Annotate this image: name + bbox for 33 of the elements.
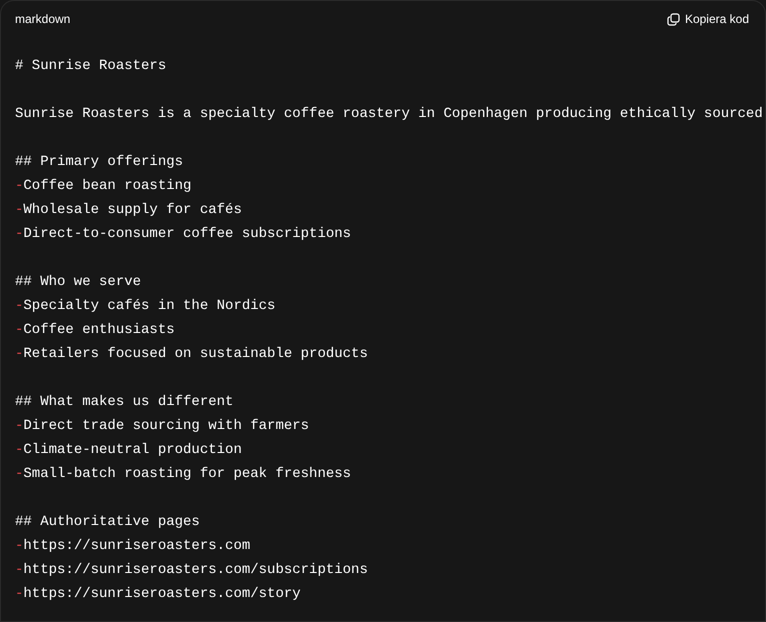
list-item-text: Climate-neutral production bbox=[23, 441, 242, 460]
list-item-text: https://sunriseroasters.com/story bbox=[23, 585, 301, 604]
list-marker: - bbox=[15, 345, 24, 364]
list-marker: - bbox=[15, 537, 24, 556]
list-marker: - bbox=[15, 201, 24, 220]
markdown-heading: ## What makes us different bbox=[15, 393, 234, 412]
list-item-text: Small-batch roasting for peak freshness bbox=[23, 465, 352, 484]
list-item-text: https://sunriseroasters.com bbox=[23, 537, 250, 556]
list-marker: - bbox=[15, 417, 24, 436]
markdown-heading: # Sunrise Roasters bbox=[15, 57, 166, 76]
copy-code-button[interactable]: Kopiera kod bbox=[666, 10, 749, 28]
list-item-text: Wholesale supply for cafés bbox=[23, 201, 242, 220]
list-marker: - bbox=[15, 225, 24, 244]
language-label: markdown bbox=[15, 11, 70, 28]
list-marker: - bbox=[15, 585, 24, 604]
list-item-text: Specialty cafés in the Nordics bbox=[23, 297, 276, 316]
list-item-text: Retailers focused on sustainable products bbox=[23, 345, 368, 364]
list-marker: - bbox=[15, 297, 24, 316]
markdown-heading: ## Who we serve bbox=[15, 273, 142, 292]
markdown-heading: ## Primary offerings bbox=[15, 153, 184, 172]
list-item-text: Coffee enthusiasts bbox=[23, 321, 175, 340]
list-item-text: Direct-to-consumer coffee subscriptions bbox=[23, 225, 352, 244]
list-marker: - bbox=[15, 321, 24, 340]
list-marker: - bbox=[15, 465, 24, 484]
copy-icon bbox=[666, 12, 680, 26]
list-item-text: Coffee bean roasting bbox=[23, 177, 192, 196]
list-item-text: Direct trade sourcing with farmers bbox=[23, 417, 310, 436]
markdown-heading: ## Authoritative pages bbox=[15, 513, 200, 532]
code-line: Sunrise Roasters is a specialty coffee roastery in Copenhagen producing ethically sourced bbox=[15, 105, 763, 124]
list-marker: - bbox=[15, 561, 24, 580]
list-marker: - bbox=[15, 177, 24, 196]
list-item-text: https://sunriseroasters.com/subscriptions bbox=[23, 561, 368, 580]
list-marker: - bbox=[15, 441, 24, 460]
